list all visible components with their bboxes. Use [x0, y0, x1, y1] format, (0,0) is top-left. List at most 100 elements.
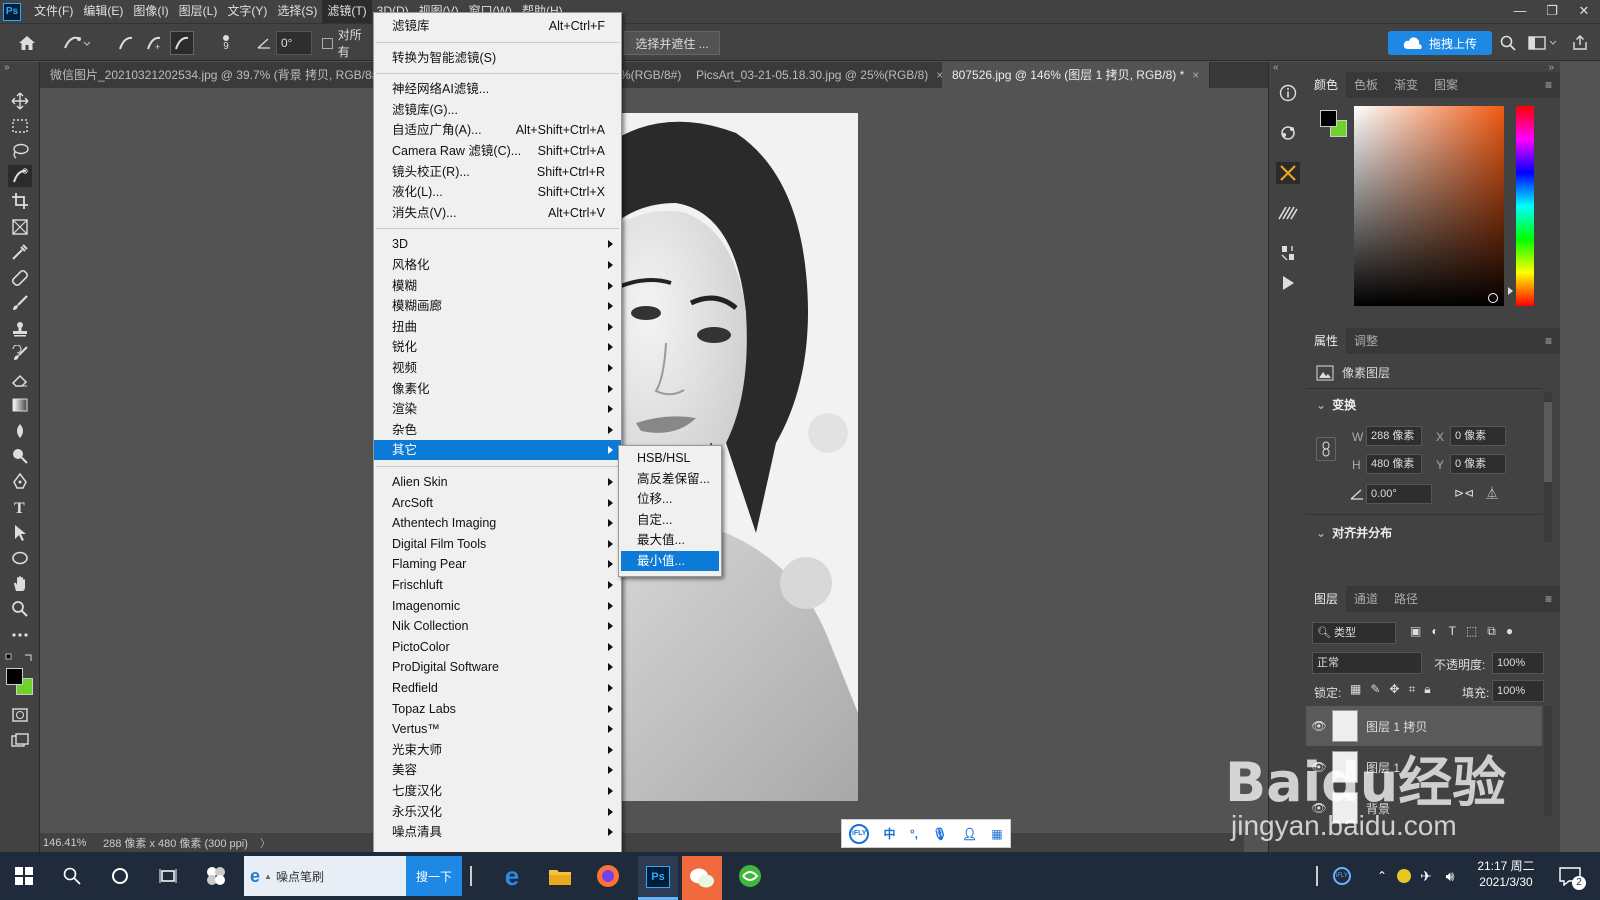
info-icon[interactable]	[1276, 82, 1300, 104]
path-selection-tool-icon[interactable]	[8, 522, 32, 544]
tab-adjustments[interactable]: 调整	[1346, 328, 1386, 354]
menu-item[interactable]: ProDigital Software	[374, 657, 621, 677]
browser-360-icon[interactable]	[734, 860, 766, 892]
fill-input[interactable]: 100%	[1492, 680, 1544, 702]
photoshop-taskbar-icon[interactable]: Ps	[638, 856, 678, 900]
file-explorer-icon[interactable]	[544, 860, 576, 892]
tab-swatches[interactable]: 色板	[1346, 72, 1386, 98]
eraser-tool-icon[interactable]	[8, 369, 32, 391]
tab-gradients[interactable]: 渐变	[1386, 72, 1426, 98]
search-icon[interactable]	[1496, 31, 1520, 55]
visibility-eye-icon[interactable]: 👁︎	[1306, 760, 1332, 774]
select-and-mask-button[interactable]: 选择并遮住 ...	[624, 31, 720, 55]
menu-2[interactable]: 图像(I)	[128, 0, 173, 23]
menu-item[interactable]: Imagenomic	[374, 596, 621, 616]
type-filter-icon[interactable]: T	[1449, 624, 1456, 639]
layers-scrollbar[interactable]	[1544, 706, 1552, 816]
ifly-tray-icon[interactable]: iFLY	[1326, 860, 1358, 892]
height-input[interactable]: 480 像素	[1366, 454, 1422, 474]
properties-scrollbar[interactable]	[1544, 392, 1552, 542]
close-icon[interactable]: ✕	[1568, 0, 1600, 23]
menu-item[interactable]: 永乐汉化	[374, 802, 621, 822]
menu-item[interactable]: 模糊	[374, 276, 621, 296]
move-tool-icon[interactable]	[8, 90, 32, 112]
submenu-item[interactable]: 自定...	[621, 510, 719, 530]
menu-item[interactable]: Athentech Imaging	[374, 513, 621, 533]
menu-item[interactable]: 七度汉化	[374, 781, 621, 801]
menu-item[interactable]: Frischluft	[374, 575, 621, 595]
volume-icon[interactable]: 🔊︎	[1440, 860, 1460, 892]
menu-3[interactable]: 图层(L)	[174, 0, 223, 23]
image-filter-icon[interactable]: ▣	[1410, 624, 1421, 639]
flip-horizontal-icon[interactable]: ⊳⊲	[1454, 486, 1474, 500]
submenu-item[interactable]: 位移...	[621, 489, 719, 509]
fg-bg-swatch[interactable]	[1320, 110, 1350, 140]
color-field[interactable]	[1354, 106, 1504, 306]
ifly-logo-icon[interactable]: iFLY	[849, 823, 870, 844]
history-icon[interactable]	[1276, 242, 1300, 264]
brushes-icon[interactable]	[1276, 202, 1300, 224]
menu-item[interactable]: 美容	[374, 760, 621, 780]
x-input[interactable]: 0 像素	[1450, 426, 1506, 446]
new-selection-icon[interactable]	[114, 31, 138, 55]
document-tab[interactable]: PicsArt_03-21-05.18.30.jpg @ 25%(RGB/8) ×	[686, 62, 955, 88]
menu-item[interactable]: 光束大师	[374, 740, 621, 760]
swap-colors-icon[interactable]	[5, 652, 35, 662]
document-tab[interactable]: 微信图片_20210321202534.jpg @ 39.7% (背景 拷贝, …	[40, 62, 409, 88]
menu-item[interactable]: Topaz Labs	[374, 699, 621, 719]
lasso-tool-icon[interactable]	[8, 140, 32, 162]
filter-toggle-icon[interactable]: ●	[1506, 624, 1513, 639]
menu-item[interactable]: 滤镜库 Alt+Ctrl+F	[374, 16, 621, 36]
history-brush-tool-icon[interactable]	[8, 343, 32, 365]
menu-5[interactable]: 选择(S)	[272, 0, 322, 23]
lock-pixels-icon[interactable]: ✎	[1370, 682, 1380, 697]
airplane-mode-icon[interactable]: ✈︎	[1416, 860, 1436, 892]
eyedropper-tool-icon[interactable]	[8, 241, 32, 263]
y-input[interactable]: 0 像素	[1450, 454, 1506, 474]
menu-4[interactable]: 文字(Y)	[222, 0, 272, 23]
type-tool-icon[interactable]: T	[8, 496, 32, 518]
collapse-strip-icon[interactable]: «	[1273, 62, 1279, 73]
marquee-tool-icon[interactable]	[8, 115, 32, 137]
menu-item[interactable]: 噪点清具	[374, 822, 621, 842]
stamp-tool-icon[interactable]	[8, 318, 32, 340]
sample-all-checkbox[interactable]: 对所有	[322, 28, 372, 59]
smart-filter-icon[interactable]: ⧉	[1487, 624, 1496, 639]
frame-tool-icon[interactable]	[8, 216, 32, 238]
minimize-icon[interactable]: —	[1504, 0, 1536, 23]
menu-item[interactable]: ArcSoft	[374, 493, 621, 513]
tab-patterns[interactable]: 图案	[1426, 72, 1466, 98]
angle-input[interactable]: 0°	[276, 31, 312, 55]
menu-item[interactable]: 自适应广角(A)... Alt+Shift+Ctrl+A	[374, 120, 621, 140]
layer-row[interactable]: 👁︎ 背景	[1306, 788, 1542, 828]
menu-item[interactable]: 视频	[374, 358, 621, 378]
menu-item[interactable]: 转换为智能滤镜(S)	[374, 48, 621, 68]
menu-item[interactable]: 模糊画廊	[374, 296, 621, 316]
notification-icon[interactable]: 2	[1554, 860, 1586, 892]
add-selection-icon[interactable]: +	[142, 31, 166, 55]
more-tools-icon[interactable]	[8, 624, 32, 646]
menu-item[interactable]: Redfield	[374, 678, 621, 698]
quick-selection-tool-icon[interactable]	[8, 165, 32, 187]
share-icon[interactable]	[1568, 31, 1592, 55]
screen-mode-icon[interactable]	[8, 730, 32, 752]
restore-icon[interactable]: ❐	[1536, 0, 1568, 23]
panel-menu-icon[interactable]: ≡	[1545, 72, 1552, 98]
user-icon[interactable]: 👤︎	[962, 827, 977, 841]
visibility-eye-icon[interactable]: 👁︎	[1306, 801, 1332, 815]
upload-button[interactable]: 拖拽上传	[1388, 31, 1492, 55]
angle-input[interactable]: 0.00°	[1366, 484, 1432, 504]
menu-item[interactable]: PictoColor	[374, 637, 621, 657]
tab-channels[interactable]: 通道	[1346, 586, 1386, 612]
actions-play-icon[interactable]	[1276, 272, 1300, 294]
cortana-icon[interactable]	[104, 860, 136, 892]
tool-preset-picker[interactable]	[56, 31, 96, 55]
opacity-input[interactable]: 100%	[1492, 652, 1544, 674]
windows-start-icon[interactable]	[8, 860, 40, 892]
transform-section[interactable]: ⌄ 变换	[1316, 396, 1356, 413]
menu-item[interactable]: 锐化	[374, 337, 621, 357]
adjustment-filter-icon[interactable]: ◐	[1431, 624, 1438, 639]
dodge-tool-icon[interactable]	[8, 445, 32, 467]
close-tab-icon[interactable]: ×	[1192, 68, 1199, 82]
tab-color[interactable]: 颜色	[1306, 72, 1347, 98]
